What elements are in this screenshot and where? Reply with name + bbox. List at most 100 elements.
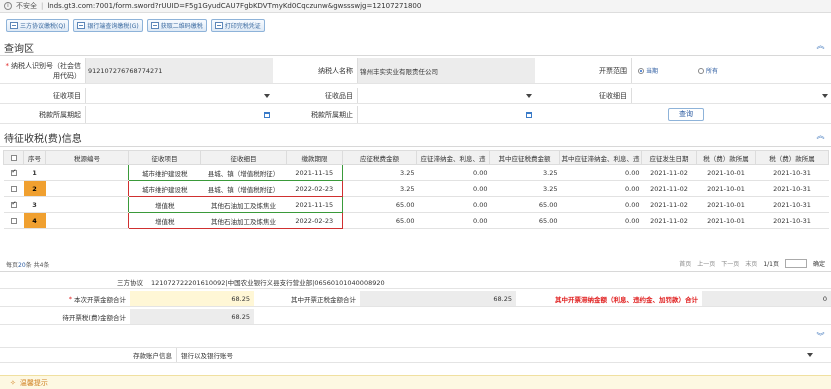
cell-source <box>45 180 129 197</box>
cell-to: 2021-10-31 <box>755 212 829 229</box>
scope-all-radio[interactable]: 所有 <box>698 66 718 75</box>
period-start-label: 税款所属期起 <box>39 110 81 119</box>
cell-from: 2021-10-01 <box>696 196 756 213</box>
address-bar[interactable]: i 不安全 | lnds.gt3.com:7001/form.sword?rUU… <box>0 0 831 13</box>
bulb-icon: ✧ <box>10 378 16 387</box>
table-row[interactable]: 2 城市维护建设税 县城、镇（增值税附征） 2022-02-23 3.25 0.00 3.2… <box>3 180 829 197</box>
row-checkbox[interactable] <box>10 185 17 192</box>
collapse-query-icon[interactable]: ︽ <box>816 41 825 50</box>
col-header: 应征税费金额 <box>342 150 417 165</box>
divider <box>0 55 831 56</box>
query-row-2: 征收项目 征收品目 征收细目 <box>0 88 831 104</box>
cell-late-in: 0.00 <box>559 196 642 213</box>
taxpayer-name-label: 纳税人名称 <box>318 66 353 75</box>
next-page-link[interactable]: 下一页 <box>721 259 739 268</box>
qrcode-icon <box>150 21 159 29</box>
cell-source <box>45 164 129 181</box>
account-row: 存款账户信息 银行以及银行账号 <box>0 347 831 363</box>
table-row[interactable]: 4 增值税 其他石油加工及炼焦业 2022-02-23 65.00 0.00 65.00 0.… <box>3 212 829 229</box>
scope-current-radio[interactable]: 当期 <box>638 66 658 75</box>
account-select[interactable]: 银行以及银行账号 <box>176 348 816 362</box>
notice-title: 温馨提示 <box>19 378 48 387</box>
collapse-pending-icon[interactable]: ︽ <box>816 131 825 140</box>
cell-item: 城市维护建设税 <box>128 164 201 181</box>
cell-source <box>45 196 129 213</box>
cell-tax-in: 65.00 <box>489 196 560 213</box>
agreement-value: 121072722201610092|中国农业银行义县支行营业部|0656010… <box>151 278 385 287</box>
select-all-checkbox[interactable] <box>10 154 17 161</box>
pending-total-row: 待开票税(费)金额合计 68.25 <box>0 309 831 325</box>
taxpayer-id-field: 91210727676877427­1 <box>85 58 273 83</box>
col-header: 应征发生日期 <box>641 150 697 165</box>
print-icon <box>214 21 223 29</box>
agreement-label: 三方协议 <box>117 278 143 287</box>
query-button[interactable]: 查询 <box>668 108 704 121</box>
pay-icon <box>10 21 18 29</box>
invoice-total-value: 68.25 <box>130 291 254 306</box>
url-text[interactable]: lnds.gt3.com:7001/form.sword?rUUID=F5g1G… <box>47 2 421 10</box>
invoice-total-row: * 本次开票金额合计 68.25 其中开票正税金额合计 68.25 其中开票滞纳金… <box>0 291 831 307</box>
billing-scope-field: 当期 所有 <box>631 58 831 83</box>
pending-total-value: 68.25 <box>130 309 254 324</box>
cell-tax: 3.25 <box>342 180 417 197</box>
cell-occur: 2021-11-02 <box>641 164 697 181</box>
cell-item: 增值税 <box>128 212 201 229</box>
last-page-link[interactable]: 末页 <box>745 259 757 268</box>
col-header: 税源编号 <box>45 150 129 165</box>
row-checkbox[interactable] <box>10 217 17 224</box>
print-receipt-label: 打印完税凭证 <box>224 22 261 30</box>
collect-category-select[interactable] <box>357 88 535 103</box>
select-all-cell[interactable] <box>3 150 24 165</box>
cell-subitem: 其他石油加工及炼焦业 <box>200 196 287 213</box>
cell-item: 增值税 <box>128 196 201 213</box>
cell-late: 0.00 <box>416 164 490 181</box>
table-row[interactable]: 3增值税其他石油加工及炼焦业2021-11-1565.000.0065.000.… <box>3 196 829 213</box>
tripartite-pay-button[interactable]: 三方协议缴税(Q) <box>6 18 70 32</box>
tripartite-pay-label: 三方协议缴税(Q) <box>20 22 66 30</box>
divider <box>0 271 831 272</box>
table-row[interactable]: 1城市维护建设税县城、镇（增值税附征）2021-11-153.250.003.2… <box>3 164 829 181</box>
row-checkbox[interactable] <box>10 168 17 176</box>
page-size-link[interactable]: 20 <box>18 262 26 269</box>
notice-bar: ✧ 温馨提示 <box>0 375 831 389</box>
pager-nav: 首页 上一页 下一页 末页 1/1页 确定 <box>679 259 825 268</box>
row-checkbox[interactable] <box>10 200 17 208</box>
period-end-input[interactable] <box>357 106 535 123</box>
cell-to: 2021-10-31 <box>755 164 829 181</box>
qr-pay-button[interactable]: 获取二维码缴税 <box>146 18 207 32</box>
checkbox-cell <box>3 212 24 229</box>
collect-subitem-select[interactable] <box>631 88 831 103</box>
print-receipt-button[interactable]: 打印完税凭证 <box>210 18 265 32</box>
checkbox-cell <box>3 196 24 213</box>
calendar-icon <box>526 111 532 118</box>
pending-total-label: 待开票税(费)金额合计 <box>62 313 126 322</box>
period-start-input[interactable] <box>85 106 273 123</box>
collapse-account-icon[interactable]: ︾ <box>816 332 825 341</box>
info-icon[interactable]: i <box>4 2 12 10</box>
pending-table: 序号 税源编号 征收项目 征收细目 缴款期限 应征税费金额 应征滞纳金、利息、违… <box>3 150 829 229</box>
page-jump-input[interactable] <box>784 259 807 268</box>
taxpayer-id-label: * 纳税人识别号（社会信用代码） <box>5 61 82 80</box>
col-header: 应征滞纳金、利息、违 <box>416 150 490 165</box>
bank-query-pay-button[interactable]: 银行端查询缴税(G) <box>73 18 143 32</box>
page-go-button[interactable]: 确定 <box>813 259 825 268</box>
first-page-link[interactable]: 首页 <box>679 259 691 268</box>
bank-icon <box>77 21 86 29</box>
pager-size: 每页20条 共4条 <box>6 262 50 269</box>
late-total-value: 0 <box>702 291 831 306</box>
account-value: 银行以及银行账号 <box>181 352 233 360</box>
cell-late-in: 0.00 <box>559 212 642 229</box>
tax-total-value: 68.25 <box>360 291 516 306</box>
cell-from: 2021-10-01 <box>696 164 756 181</box>
period-end-label: 税款所属期止 <box>311 110 353 119</box>
prev-page-link[interactable]: 上一页 <box>697 259 715 268</box>
cell-source <box>45 212 129 229</box>
query-row-1: * 纳税人识别号（社会信用代码） 91210727676877427­1 纳税人名… <box>0 58 831 84</box>
cell-tax: 65.00 <box>342 212 417 229</box>
collect-item-select[interactable] <box>85 88 273 103</box>
cell-seq: 4 <box>23 212 46 229</box>
cell-subitem: 其他石油加工及炼焦业 <box>200 212 287 229</box>
cell-seq: 1 <box>23 164 46 181</box>
cell-subitem: 县城、镇（增值税附征） <box>200 180 287 197</box>
cell-seq: 2 <box>23 180 46 197</box>
